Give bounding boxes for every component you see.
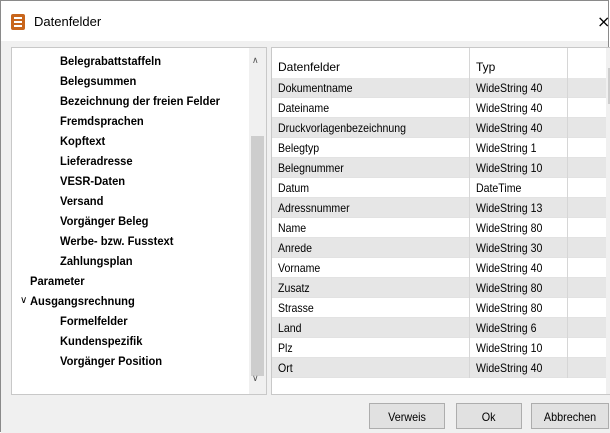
- tree-item[interactable]: Ausgangsrechnung: [30, 291, 135, 311]
- ok-button[interactable]: Ok: [456, 403, 522, 429]
- field-name-cell: Vorname: [272, 258, 470, 278]
- tree-item-label: Vorgänger Position: [60, 354, 163, 368]
- tree-item-label: Lieferadresse: [60, 154, 133, 168]
- tree-item[interactable]: Versand: [60, 191, 103, 211]
- table-row[interactable]: Strasse WideString 80: [272, 298, 610, 318]
- table-row[interactable]: Adressnummer WideString 13: [272, 198, 610, 218]
- tree-item[interactable]: Fremdsprachen: [60, 111, 144, 131]
- title-bar: Datenfelder ×: [1, 1, 610, 41]
- field-grid[interactable]: Datenfelder Typ Dokumentname WideString 4…: [271, 47, 610, 395]
- field-name-cell: Druckvorlagenbezeichnung: [272, 118, 470, 138]
- table-row[interactable]: Druckvorlagenbezeichnung WideString 40: [272, 118, 610, 138]
- field-name-cell: Belegtyp: [272, 138, 470, 158]
- dialog-footer: Verweis Ok Abbrechen: [1, 395, 610, 433]
- datenfelder-dialog: Datenfelder × ∧ ∨ Belegrabattstaffeln Bel…: [0, 0, 610, 433]
- field-type-cell: WideString 10: [470, 158, 568, 178]
- tree-item-label: Kundenspezifik: [60, 334, 143, 348]
- table-row[interactable]: Dokumentname WideString 40: [272, 78, 610, 98]
- tree-item-label: Formelfelder: [60, 314, 128, 328]
- field-type-cell: WideString 80: [470, 298, 568, 318]
- tree-scrollbar[interactable]: ∧ ∨: [249, 48, 266, 394]
- table-row[interactable]: Datum DateTime: [272, 178, 610, 198]
- grid-scrollbar[interactable]: [606, 48, 610, 394]
- table-row[interactable]: Name WideString 80: [272, 218, 610, 238]
- grid-header: Datenfelder Typ: [272, 48, 610, 79]
- tree-item[interactable]: Belegsummen: [60, 71, 136, 91]
- field-type-cell: WideString 1: [470, 138, 568, 158]
- table-row[interactable]: Ort WideString 40: [272, 358, 610, 378]
- tree-item[interactable]: Kundenspezifik: [60, 331, 142, 351]
- tree-item[interactable]: Zahlungsplan: [60, 251, 133, 271]
- tree-item-label: Zahlungsplan: [60, 254, 133, 268]
- tree-item-label: Fremdsprachen: [60, 114, 144, 128]
- tree-item-label: Versand: [60, 194, 104, 208]
- field-name-cell: Strasse: [272, 298, 470, 318]
- field-name-cell: Dokumentname: [272, 78, 470, 98]
- tree-item-label: Parameter: [30, 274, 85, 288]
- tree-item[interactable]: Belegrabattstaffeln: [60, 51, 161, 71]
- field-category-tree[interactable]: ∧ ∨ Belegrabattstaffeln Belegsummen Bezeic…: [11, 47, 267, 395]
- verweis-button[interactable]: Verweis: [369, 403, 445, 429]
- field-type-cell: WideString 10: [470, 338, 568, 358]
- tree-item[interactable]: Vorgänger Position: [60, 351, 162, 371]
- tree-item[interactable]: Lieferadresse: [60, 151, 133, 171]
- tree-item-label: VESR-Daten: [60, 174, 126, 188]
- column-header-typ[interactable]: Typ: [470, 48, 568, 78]
- tree-scroll-thumb[interactable]: [251, 136, 264, 376]
- field-type-cell: WideString 6: [470, 318, 568, 338]
- table-row[interactable]: Land WideString 6: [272, 318, 610, 338]
- field-name-cell: Name: [272, 218, 470, 238]
- tree-item-label: Kopftext: [60, 134, 106, 148]
- field-type-cell: WideString 13: [470, 198, 568, 218]
- tree-item[interactable]: Vorgänger Beleg: [60, 211, 148, 231]
- field-name-cell: Anrede: [272, 238, 470, 258]
- tree-item-label: Werbe- bzw. Fusstext: [60, 234, 174, 248]
- scroll-up-icon[interactable]: ∧: [252, 56, 259, 66]
- column-header-datenfelder[interactable]: Datenfelder: [272, 48, 470, 78]
- table-row[interactable]: Belegnummer WideString 10: [272, 158, 610, 178]
- tree-item[interactable]: Parameter: [30, 271, 85, 291]
- tree-item[interactable]: Werbe- bzw. Fusstext: [60, 231, 173, 251]
- field-type-cell: WideString 40: [470, 78, 568, 98]
- table-row[interactable]: Belegtyp WideString 1: [272, 138, 610, 158]
- table-row[interactable]: Dateiname WideString 40: [272, 98, 610, 118]
- window-title: Datenfelder: [34, 14, 102, 29]
- field-name-cell: Land: [272, 318, 470, 338]
- table-row[interactable]: Vorname WideString 40: [272, 258, 610, 278]
- app-document-icon: [11, 14, 25, 30]
- field-name-cell: Datum: [272, 178, 470, 198]
- tree-item[interactable]: Formelfelder: [60, 311, 128, 331]
- field-type-cell: WideString 80: [470, 278, 568, 298]
- field-type-cell: WideString 40: [470, 258, 568, 278]
- table-row[interactable]: Plz WideString 10: [272, 338, 610, 358]
- tree-item-label: Ausgangsrechnung: [30, 294, 135, 308]
- field-type-cell: WideString 80: [470, 218, 568, 238]
- table-row[interactable]: Anrede WideString 30: [272, 238, 610, 258]
- tree-item[interactable]: VESR-Daten: [60, 171, 125, 191]
- tree-item[interactable]: Bezeichnung der freien Felder: [60, 91, 220, 111]
- field-name-cell: Adressnummer: [272, 198, 470, 218]
- field-name-cell: Ort: [272, 358, 470, 378]
- field-type-cell: WideString 30: [470, 238, 568, 258]
- table-row[interactable]: Zusatz WideString 80: [272, 278, 610, 298]
- field-type-cell: DateTime: [470, 178, 568, 198]
- tree-item-label: Belegsummen: [60, 74, 137, 88]
- field-type-cell: WideString 40: [470, 98, 568, 118]
- field-name-cell: Dateiname: [272, 98, 470, 118]
- abbrechen-button[interactable]: Abbrechen: [531, 403, 609, 429]
- field-name-cell: Zusatz: [272, 278, 470, 298]
- expand-toggle-icon[interactable]: ∨: [20, 291, 27, 311]
- tree-item-label: Belegrabattstaffeln: [60, 54, 162, 68]
- field-name-cell: Belegnummer: [272, 158, 470, 178]
- scroll-down-icon[interactable]: ∨: [252, 374, 259, 384]
- tree-item[interactable]: Kopftext: [60, 131, 105, 151]
- tree-item-label: Vorgänger Beleg: [60, 214, 149, 228]
- field-name-cell: Plz: [272, 338, 470, 358]
- tree-item-label: Bezeichnung der freien Felder: [60, 94, 221, 108]
- close-icon[interactable]: ×: [597, 12, 610, 31]
- field-type-cell: WideString 40: [470, 358, 568, 378]
- field-type-cell: WideString 40: [470, 118, 568, 138]
